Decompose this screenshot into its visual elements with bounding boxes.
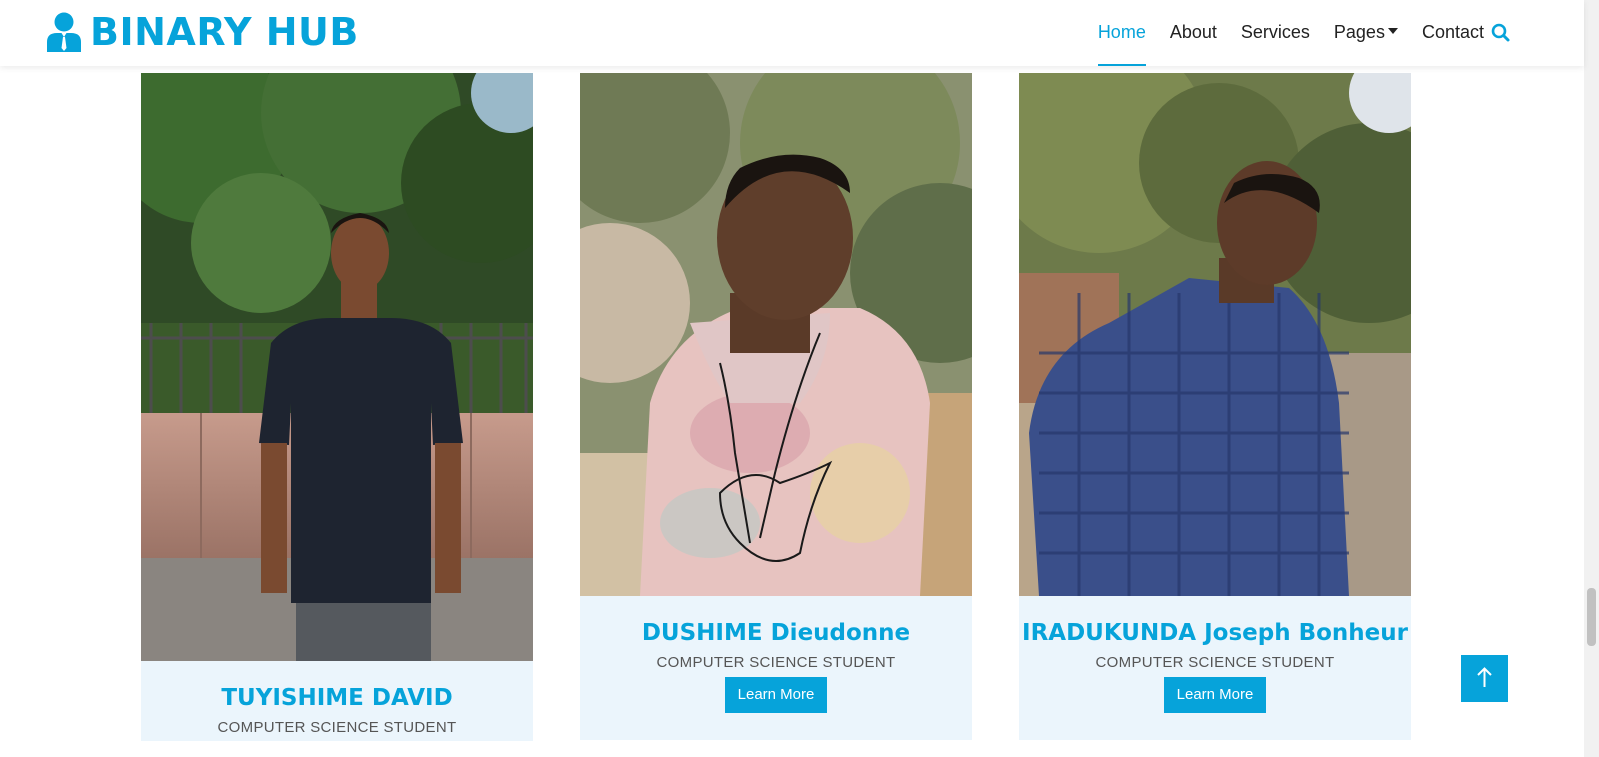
nav-about[interactable]: About xyxy=(1170,0,1217,66)
nav-contact[interactable]: Contact xyxy=(1422,0,1484,66)
arrow-up-icon xyxy=(1477,667,1492,687)
navbar: BINARY HUB Home About Services Pages Con… xyxy=(0,0,1584,66)
learn-more-button[interactable]: Learn More xyxy=(724,677,828,713)
page-scrollbar[interactable] xyxy=(1584,0,1599,757)
nav-pages-label: Pages xyxy=(1333,22,1385,42)
main-nav: Home About Services Pages Contact xyxy=(1074,0,1484,66)
member-name: TUYISHIME DAVID xyxy=(221,685,453,711)
member-name: IRADUKUNDA Joseph Bonheur xyxy=(1022,620,1408,646)
team-info: DUSHIME Dieudonne COMPUTER SCIENCE STUDE… xyxy=(580,596,972,740)
team-photo xyxy=(1019,73,1411,596)
team-photo xyxy=(141,73,533,661)
nav-home[interactable]: Home xyxy=(1097,0,1146,66)
nav-services[interactable]: Services xyxy=(1241,0,1310,66)
member-role: COMPUTER SCIENCE STUDENT xyxy=(217,719,457,736)
team-info: IRADUKUNDA Joseph Bonheur COMPUTER SCIEN… xyxy=(1019,596,1411,740)
brand-name: BINARY HUB xyxy=(90,10,359,54)
search-icon[interactable] xyxy=(1490,22,1512,44)
user-tie-icon xyxy=(47,12,81,52)
brand-logo[interactable]: BINARY HUB xyxy=(46,10,359,54)
member-role: COMPUTER SCIENCE STUDENT xyxy=(1095,654,1335,671)
member-name: DUSHIME Dieudonne xyxy=(641,620,911,646)
nav-pages-dropdown[interactable]: Pages xyxy=(1334,0,1398,66)
team-photo xyxy=(580,73,972,596)
scrollbar-thumb[interactable] xyxy=(1587,588,1596,646)
learn-more-button[interactable]: Learn More xyxy=(1163,677,1267,713)
chevron-down-icon xyxy=(1387,28,1398,35)
member-role: COMPUTER SCIENCE STUDENT xyxy=(656,654,896,671)
back-to-top-button[interactable] xyxy=(1461,655,1508,702)
team-info: TUYISHIME DAVID COMPUTER SCIENCE STUDENT xyxy=(141,661,533,741)
